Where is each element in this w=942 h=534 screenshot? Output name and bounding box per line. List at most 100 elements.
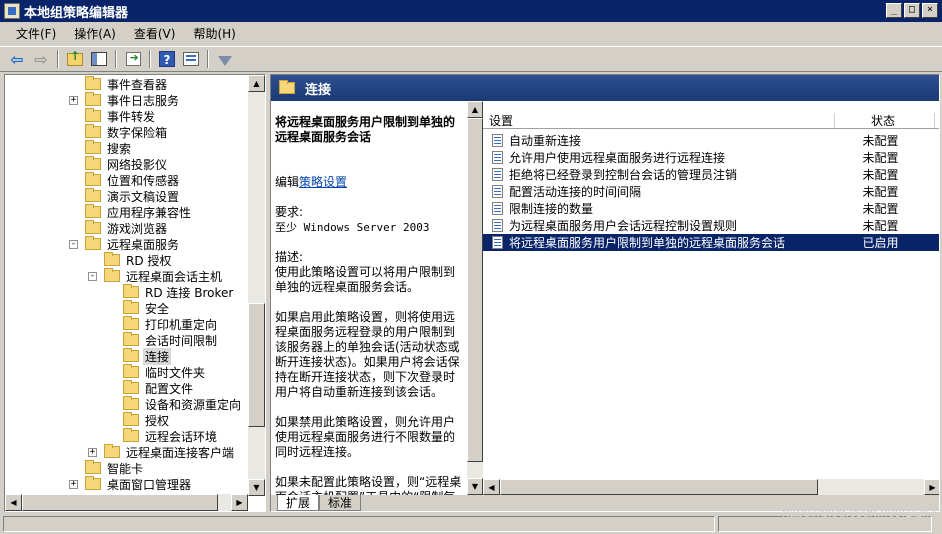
tree-item[interactable]: 搜索 <box>69 140 133 156</box>
collapse-icon[interactable]: - <box>88 271 97 281</box>
settings-row[interactable]: 将远程桌面服务用户限制到单独的远程桌面服务会话 已启用 <box>483 234 939 251</box>
toolbar-separator <box>57 50 59 68</box>
tree-item[interactable]: RD 连接 Broker <box>107 284 235 300</box>
collapse-icon[interactable]: - <box>69 239 78 249</box>
tree-pane[interactable]: 事件查看器 + 事件日志服务 事件转发 数字保险箱 搜索 网络投影仪 位置和传感器 演示文稿设置… <box>4 74 266 512</box>
tree-item[interactable]: 数字保险箱 <box>69 124 169 140</box>
maximize-button[interactable]: □ <box>904 3 920 18</box>
expand-icon[interactable]: + <box>69 479 78 489</box>
folder-icon <box>85 108 101 122</box>
column-header-setting[interactable]: 设置 <box>483 113 835 128</box>
tree-item[interactable]: 连接 <box>107 347 172 365</box>
settings-row[interactable]: 配置活动连接的时间间隔 未配置 <box>483 183 939 200</box>
tree-item[interactable]: + 事件日志服务 <box>69 92 181 108</box>
description-scrollbar[interactable]: ▲ ▼ <box>467 101 483 495</box>
tree-item[interactable]: 设备和资源重定向 <box>107 396 243 412</box>
expand-icon[interactable]: + <box>69 95 78 105</box>
scroll-down-arrow-icon[interactable]: ▼ <box>248 479 265 496</box>
scroll-right-arrow-icon[interactable]: ▶ <box>924 479 939 495</box>
edit-policy-link[interactable]: 策略设置 <box>299 175 347 189</box>
folder-icon <box>85 220 101 234</box>
details-pane: 连接 将远程桌面服务用户限制到单独的远程桌面服务会话 编辑策略设置 要求: 至少… <box>270 74 940 512</box>
scroll-up-arrow-icon[interactable]: ▲ <box>248 75 265 92</box>
settings-row[interactable]: 允许用户使用远程桌面服务进行远程连接 未配置 <box>483 149 939 166</box>
tree-item[interactable]: 网络投影仪 <box>69 156 169 172</box>
show-hide-tree-button[interactable] <box>88 48 110 70</box>
tree-item[interactable]: 打印机重定向 <box>107 316 219 332</box>
up-level-button[interactable] <box>64 48 86 70</box>
tree-item[interactable]: RD 授权 <box>88 252 173 268</box>
folder-icon <box>85 156 101 170</box>
settings-row[interactable]: 为远程桌面服务用户会话远程控制设置规则 未配置 <box>483 217 939 234</box>
tree-vertical-scrollbar[interactable]: ▲ ▼ <box>248 75 265 496</box>
export-list-button[interactable] <box>122 48 144 70</box>
scroll-down-arrow-icon[interactable]: ▼ <box>467 478 483 495</box>
settings-hscroll-thumb[interactable] <box>500 479 818 495</box>
scroll-right-arrow-icon[interactable]: ▶ <box>231 494 248 511</box>
edit-prefix: 编辑 <box>275 175 300 189</box>
tree-scroll-thumb[interactable] <box>248 303 265 427</box>
back-button[interactable]: ⇦ <box>6 48 28 70</box>
tree-item[interactable]: 临时文件夹 <box>107 364 207 380</box>
scroll-left-arrow-icon[interactable]: ◀ <box>5 494 22 511</box>
settings-row[interactable]: 自动重新连接 未配置 <box>483 132 939 149</box>
tree-item[interactable]: 会话时间限制 <box>107 332 219 348</box>
menu-view[interactable]: 查看(V) <box>126 23 184 44</box>
description-scroll-thumb[interactable] <box>467 118 483 462</box>
minimize-button[interactable]: _ <box>886 3 902 18</box>
tree-item-label: 事件转发 <box>107 109 156 124</box>
tree-item[interactable]: 事件转发 <box>69 108 157 124</box>
tree-item[interactable]: - 远程桌面会话主机 <box>88 268 224 284</box>
tree-hscroll-thumb[interactable] <box>22 494 218 511</box>
tree-item[interactable]: + 远程桌面连接客户端 <box>88 444 236 460</box>
setting-state: 未配置 <box>862 185 899 199</box>
tree-item[interactable]: 事件查看器 <box>69 76 169 92</box>
column-header-state[interactable]: 状态 <box>835 113 935 128</box>
up-folder-icon <box>67 49 83 66</box>
tree-item[interactable]: 授权 <box>107 412 171 428</box>
tree-item[interactable]: 应用程序兼容性 <box>69 204 193 220</box>
tree-item[interactable]: - 远程桌面服务 <box>69 236 181 252</box>
tree-item-label: 远程会话环境 <box>145 429 218 444</box>
tree-item-label: 安全 <box>145 301 170 316</box>
policy-setting-icon <box>492 202 503 215</box>
scroll-left-arrow-icon[interactable]: ◀ <box>483 479 500 495</box>
tree-item-label: 桌面窗口管理器 <box>107 477 192 492</box>
tree-item[interactable]: 远程会话环境 <box>107 428 219 444</box>
close-button[interactable]: × <box>922 3 938 18</box>
tree-item[interactable]: 智能卡 <box>69 460 145 476</box>
forward-button[interactable]: ⇨ <box>30 48 52 70</box>
menu-action[interactable]: 操作(A) <box>66 23 124 44</box>
requirements-value: 至少 Windows Server 2003 <box>275 221 430 234</box>
tree-horizontal-scrollbar[interactable]: ◀ ▶ <box>5 494 248 511</box>
settings-row[interactable]: 拒绝将已经登录到控制台会话的管理员注销 未配置 <box>483 166 939 183</box>
scroll-up-arrow-icon[interactable]: ▲ <box>467 101 483 118</box>
window-title: 本地组策略编辑器 <box>24 5 129 21</box>
tree-item[interactable]: 配置文件 <box>107 380 195 396</box>
expand-icon[interactable]: + <box>88 447 97 457</box>
description-panel: 将远程桌面服务用户限制到单独的远程桌面服务会话 编辑策略设置 要求: 至少 Wi… <box>271 101 483 495</box>
description-paragraph-1: 使用此策略设置可以将用户限制到单独的远程桌面服务会话。 <box>275 265 456 294</box>
toolbar-separator <box>115 50 117 68</box>
properties-button[interactable] <box>180 48 202 70</box>
settings-horizontal-scrollbar[interactable]: ◀ ▶ <box>483 479 939 495</box>
help-button[interactable]: ? <box>156 48 178 70</box>
menu-help[interactable]: 帮助(H) <box>185 23 243 44</box>
folder-icon <box>85 172 101 186</box>
tree-item-label: 数字保险箱 <box>107 125 168 140</box>
tree-item[interactable]: 安全 <box>107 300 171 316</box>
setting-name: 将远程桌面服务用户限制到单独的远程桌面服务会话 <box>509 236 786 250</box>
tree-item[interactable]: + 桌面窗口管理器 <box>69 476 193 492</box>
tree-item[interactable]: 位置和传感器 <box>69 172 181 188</box>
settings-list-header: 设置 状态 <box>483 113 939 129</box>
tab-standard[interactable]: 标准 <box>319 495 362 511</box>
tree-item-label: 远程桌面连接客户端 <box>126 445 235 460</box>
tab-extended[interactable]: 扩展 <box>277 495 320 511</box>
tree-item[interactable]: 演示文稿设置 <box>69 188 181 204</box>
filter-button[interactable] <box>214 48 236 70</box>
settings-row[interactable]: 限制连接的数量 未配置 <box>483 200 939 217</box>
menu-file[interactable]: 文件(F) <box>8 23 64 44</box>
tree-item[interactable]: 游戏浏览器 <box>69 220 169 236</box>
description-label: 描述: <box>275 250 304 264</box>
menu-bar: 文件(F) 操作(A) 查看(V) 帮助(H) <box>0 22 942 44</box>
